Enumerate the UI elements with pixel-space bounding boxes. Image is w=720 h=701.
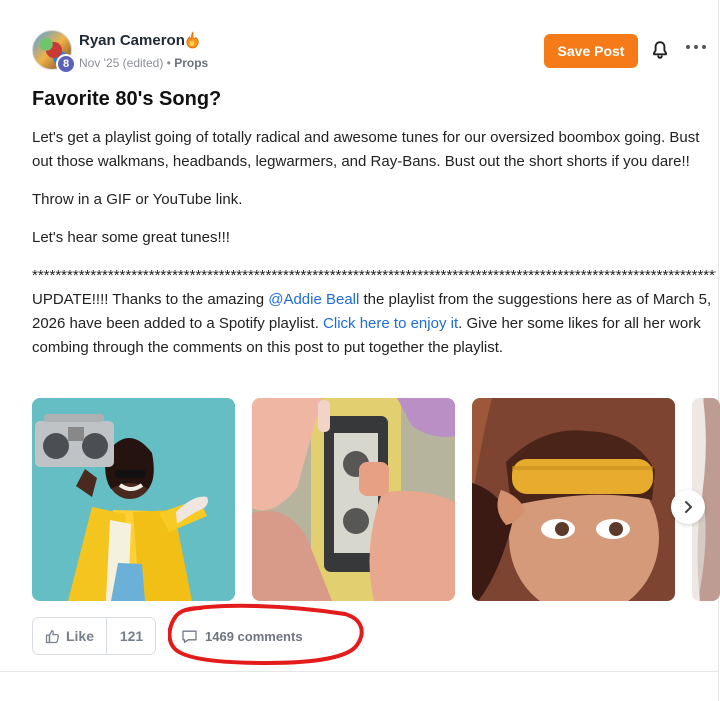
author-name[interactable]: Ryan Cameron bbox=[79, 32, 185, 49]
post-paragraph-2: Throw in a GIF or YouTube link. bbox=[32, 191, 243, 208]
author-level-badge: 8 bbox=[56, 54, 76, 74]
post-content: Let's get a playlist going of totally ra… bbox=[32, 126, 716, 374]
post-title: Favorite 80's Song? bbox=[32, 88, 222, 110]
post-paragraph-1: Let's get a playlist going of totally ra… bbox=[32, 129, 700, 170]
bottom-divider bbox=[0, 671, 719, 672]
like-count[interactable]: 121 bbox=[107, 618, 155, 654]
spotify-playlist-link[interactable]: Click here to enjoy it bbox=[323, 315, 458, 332]
like-control: Like 121 bbox=[32, 617, 156, 655]
update-paragraph: UPDATE!!!! Thanks to the amazing @Addie … bbox=[32, 288, 716, 360]
post-paragraph-3: Let's hear some great tunes!!! bbox=[32, 229, 230, 246]
like-label: Like bbox=[65, 628, 94, 644]
more-options-icon[interactable] bbox=[685, 43, 707, 51]
like-button[interactable]: Like bbox=[33, 618, 107, 654]
chevron-right-icon bbox=[685, 501, 692, 513]
bell-icon[interactable] bbox=[651, 40, 669, 60]
mention-link[interactable]: @Addie Beall bbox=[268, 291, 359, 308]
cassette-tape-image[interactable] bbox=[252, 398, 455, 601]
boombox-image[interactable] bbox=[32, 398, 235, 601]
asterisk-separator: ****************************************… bbox=[32, 267, 716, 284]
save-post-button[interactable]: Save Post bbox=[544, 34, 638, 68]
comments-count: 1469 comments bbox=[205, 628, 303, 644]
carousel-next-button[interactable] bbox=[671, 490, 705, 524]
post-page: 8 Ryan Cameron Nov '25 (edited) • Props … bbox=[0, 0, 720, 701]
comments-button[interactable]: 1469 comments bbox=[181, 624, 303, 648]
update-text-before: UPDATE!!!! Thanks to the amazing bbox=[32, 291, 269, 308]
post-date-edited: Nov '25 (edited) • bbox=[79, 56, 175, 70]
headband-image[interactable] bbox=[472, 398, 675, 601]
flame-icon bbox=[186, 31, 199, 49]
comment-icon bbox=[182, 630, 197, 643]
props-label[interactable]: Props bbox=[174, 56, 208, 70]
post-header: 8 Ryan Cameron Nov '25 (edited) • Props … bbox=[32, 30, 712, 74]
gif-carousel bbox=[32, 398, 720, 601]
post-engagement-bar: Like 121 1469 comments bbox=[32, 617, 352, 657]
post-meta: Nov '25 (edited) • Props bbox=[79, 56, 208, 70]
thumbs-up-icon bbox=[45, 629, 59, 643]
